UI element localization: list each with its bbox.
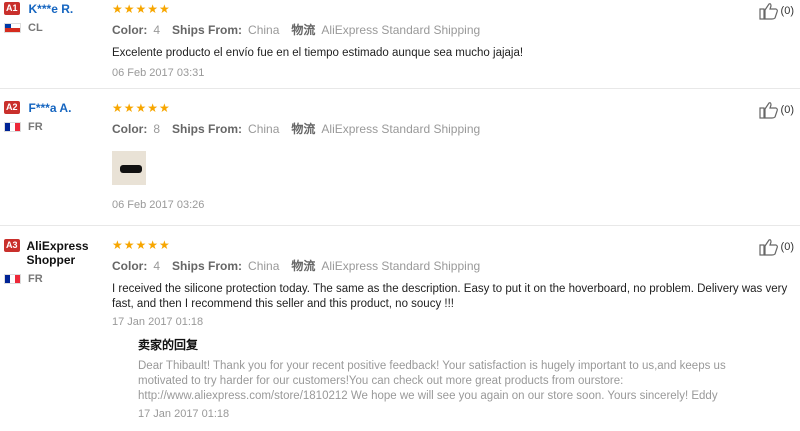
review-text: Excelente producto el envío fue en el ti… [112,47,524,59]
reviewer-country: FR [4,121,104,133]
review-body: ★★★★★ Color: 4 Ships From: China 物流 AliE… [112,239,792,328]
reviewer-info: A2 F***a A. FR [4,101,104,133]
star-rating: ★★★★★ [112,238,171,252]
reviewer-level-badge: A2 [4,101,20,114]
thumbs-up-icon [758,3,778,20]
review-date: 06 Feb 2017 03:26 [112,199,205,211]
helpful-button[interactable]: (0) [758,101,794,119]
reviewer-country: CL [4,22,104,34]
ships-from-label: Ships From: [172,121,243,136]
order-info: Color: 4 Ships From: China 物流 AliExpress… [112,21,792,38]
thumbs-up-icon [758,102,778,119]
color-label: Color: [112,22,148,37]
ships-from-label: Ships From: [172,258,243,273]
reviewer-country: FR [4,273,104,285]
country-code: FR [28,273,43,285]
ships-from-value: China [248,258,280,273]
review-body: ★★★★★ Color: 8 Ships From: China 物流 AliE… [112,102,792,211]
review-date: 17 Jan 2017 01:18 [112,316,204,328]
helpful-button[interactable]: (0) [758,2,794,20]
seller-reply: 卖家的回复 Dear Thibault! Thank you for your … [138,336,778,420]
chile-flag-icon [4,23,21,33]
color-value: 4 [153,22,161,37]
seller-reply-text: Dear Thibault! Thank you for your recent… [138,360,726,402]
review-photo-thumbnail[interactable] [112,151,146,185]
review-item: A1 K***e R. CL ★★★★★ Color: 4 Ships From… [0,0,800,88]
star-rating: ★★★★★ [112,101,171,115]
france-flag-icon [4,122,21,132]
reviewer-info: A1 K***e R. CL [4,2,104,34]
country-code: CL [28,22,43,34]
ships-from-value: China [248,22,280,37]
seller-reply-date: 17 Jan 2017 01:18 [138,408,230,420]
color-label: Color: [112,121,148,136]
ships-from-label: Ships From: [172,22,243,37]
order-info: Color: 8 Ships From: China 物流 AliExpress… [112,120,792,137]
helpful-count: (0) [780,241,794,253]
logistics-value: AliExpress Standard Shipping [321,258,481,273]
logistics-label: 物流 [291,259,316,273]
logistics-value: AliExpress Standard Shipping [321,22,481,37]
reviewer-level-badge: A1 [4,2,20,15]
reviewer-info: A3 AliExpress Shopper FR [4,239,104,285]
france-flag-icon [4,274,21,284]
ships-from-value: China [248,121,280,136]
review-text: I received the silicone protection today… [112,283,788,310]
review-body: ★★★★★ Color: 4 Ships From: China 物流 AliE… [112,3,792,79]
helpful-count: (0) [780,104,794,116]
color-value: 4 [153,258,161,273]
color-value: 8 [153,121,161,136]
reviewer-name[interactable]: K***e R. [29,2,74,16]
review-item: A3 AliExpress Shopper FR ★★★★★ Color: 4 … [0,226,800,431]
reviewer-name[interactable]: AliExpress Shopper [27,239,104,267]
thumbs-up-icon [758,239,778,256]
logistics-value: AliExpress Standard Shipping [321,121,481,136]
reviewer-level-badge: A3 [4,239,20,252]
seller-reply-title: 卖家的回复 [138,338,199,352]
order-info: Color: 4 Ships From: China 物流 AliExpress… [112,257,792,274]
logistics-label: 物流 [291,122,316,136]
review-item: A2 F***a A. FR ★★★★★ Color: 8 Ships From… [0,89,800,225]
color-label: Color: [112,258,148,273]
country-code: FR [28,121,43,133]
review-date: 06 Feb 2017 03:31 [112,67,205,79]
helpful-button[interactable]: (0) [758,238,794,256]
reviewer-name[interactable]: F***a A. [29,101,72,115]
star-rating: ★★★★★ [112,2,171,16]
logistics-label: 物流 [291,23,316,37]
helpful-count: (0) [780,5,794,17]
